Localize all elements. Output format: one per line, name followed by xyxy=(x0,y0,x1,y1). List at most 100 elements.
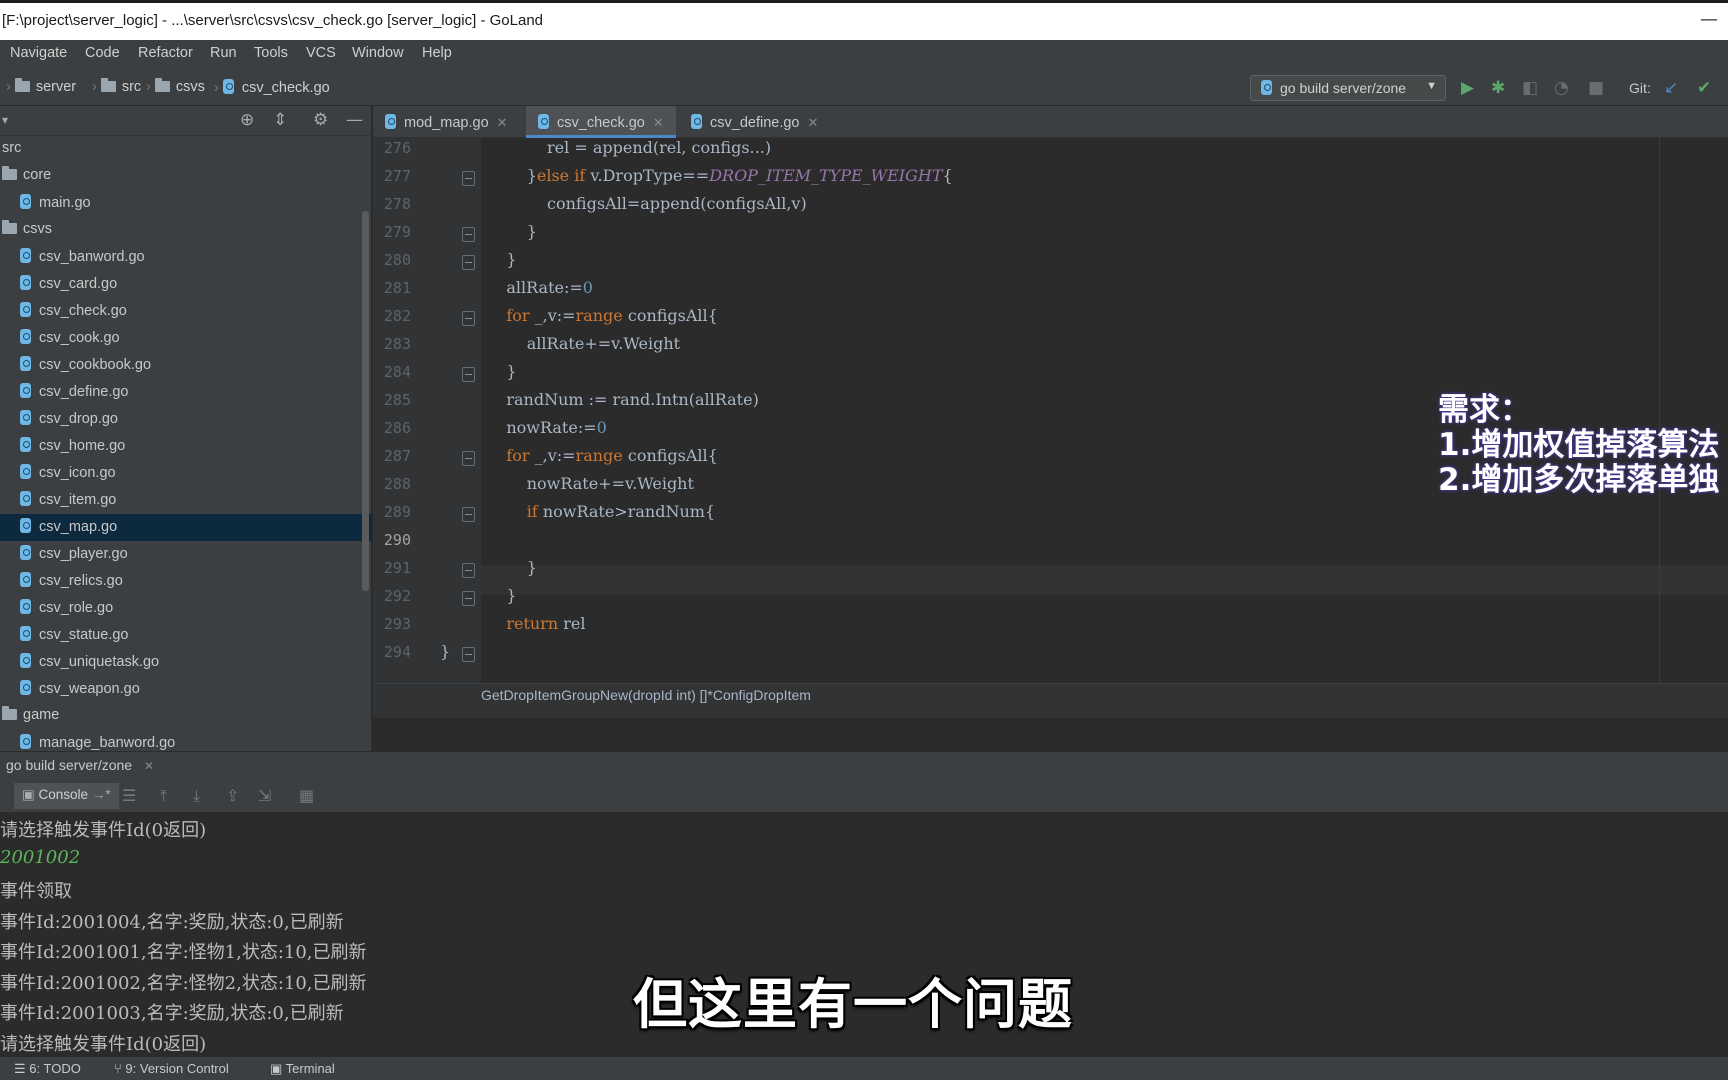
tree-item[interactable]: csv_player.go xyxy=(0,541,372,568)
minimize-button[interactable]: — xyxy=(1700,9,1718,30)
go-file-icon xyxy=(20,464,31,479)
tree-item[interactable]: csv_cook.go xyxy=(0,325,372,352)
terminal-tab[interactable]: ▣ Terminal xyxy=(270,1061,335,1077)
tree-item[interactable]: csv_cookbook.go xyxy=(0,352,372,379)
tab-csv-check[interactable]: csv_check.go ✕ xyxy=(526,106,676,138)
tree-item[interactable]: csv_item.go xyxy=(0,487,372,514)
menu-refactor[interactable]: Refactor xyxy=(138,45,193,61)
tree-item[interactable]: csv_relics.go xyxy=(0,568,372,595)
close-icon[interactable]: ✕ xyxy=(144,759,154,773)
tree-item[interactable]: csv_uniquetask.go xyxy=(0,649,372,676)
tree-item[interactable]: csv_icon.go xyxy=(0,460,372,487)
hide-icon[interactable]: — xyxy=(346,110,363,130)
tree-item[interactable]: csv_map.go xyxy=(0,514,372,541)
tree-item[interactable]: csvs xyxy=(0,217,372,244)
tree-item[interactable]: csv_role.go xyxy=(0,595,372,622)
chevron-right-icon: › xyxy=(92,79,97,95)
scroll-up-icon[interactable]: ⤒ xyxy=(160,786,167,806)
code-line: return rel xyxy=(506,614,586,633)
tree-item-label: csvs xyxy=(23,221,52,237)
console-line: 事件Id:2001002,名字:怪物2,状态:10,已刷新 xyxy=(0,972,367,994)
tree-item[interactable]: csv_banword.go xyxy=(0,244,372,271)
chevron-down-icon[interactable]: ▾ xyxy=(2,113,8,127)
git-update-icon[interactable]: ↙ xyxy=(1664,78,1678,98)
breadcrumb-file[interactable]: › csv_check.go xyxy=(210,79,330,96)
project-scrollbar[interactable] xyxy=(362,211,369,591)
chevron-right-icon: › xyxy=(6,79,11,95)
fold-marker-icon[interactable] xyxy=(462,255,475,270)
editor-tabs: mod_map.go ✕ csv_check.go ✕ csv_define.go ✕ xyxy=(373,106,1728,138)
go-file-icon xyxy=(20,491,31,506)
tree-item[interactable]: csv_define.go xyxy=(0,379,372,406)
run-icon[interactable]: ▶ xyxy=(1461,78,1474,98)
tree-item[interactable]: src xyxy=(0,136,372,163)
fold-marker-icon[interactable] xyxy=(462,227,475,242)
menu-code[interactable]: Code xyxy=(85,45,120,61)
debug-icon[interactable]: ✱ xyxy=(1491,78,1505,98)
fold-marker-icon[interactable] xyxy=(462,451,475,466)
tree-item[interactable]: main.go xyxy=(0,190,372,217)
menu-navigate[interactable]: Navigate xyxy=(10,45,67,61)
function-breadcrumb[interactable]: GetDropItemGroupNew(dropId int) []*Confi… xyxy=(481,687,811,703)
line-number: 284 xyxy=(383,363,411,381)
menu-tools[interactable]: Tools xyxy=(254,45,288,61)
project-toolbar: ▾ ⊕ ⇕ ⚙ — xyxy=(0,106,372,136)
run-configuration-dropdown[interactable]: go build server/zone ▼ xyxy=(1250,75,1446,101)
tree-item-label: csv_icon.go xyxy=(39,465,116,481)
fold-marker-icon[interactable] xyxy=(462,171,475,186)
tab-mod-map[interactable]: mod_map.go ✕ xyxy=(373,106,523,138)
breadcrumb-src[interactable]: › src xyxy=(88,78,141,95)
tab-csv-define[interactable]: csv_define.go ✕ xyxy=(679,106,834,138)
profile-icon[interactable]: ◔ xyxy=(1554,78,1569,98)
download-icon[interactable]: ⤓ xyxy=(193,786,200,806)
line-number: 286 xyxy=(383,419,411,437)
menu-run[interactable]: Run xyxy=(210,45,237,61)
go-file-icon xyxy=(20,383,31,398)
sort-icon[interactable]: ⇲ xyxy=(258,786,271,805)
locate-icon[interactable]: ⊕ xyxy=(240,110,254,130)
tree-item-label: csv_relics.go xyxy=(39,573,123,589)
menu-help[interactable]: Help xyxy=(422,45,452,61)
gear-icon[interactable]: ⚙ xyxy=(313,110,328,130)
console-tab[interactable]: ▣ Console →* xyxy=(14,783,119,809)
todo-tab[interactable]: ☰ 6: TODO xyxy=(14,1061,81,1077)
tree-item[interactable]: csv_check.go xyxy=(0,298,372,325)
tree-item-label: csv_uniquetask.go xyxy=(39,654,160,670)
fold-marker-icon[interactable] xyxy=(462,563,475,578)
tree-item[interactable]: csv_drop.go xyxy=(0,406,372,433)
tree-item[interactable]: core xyxy=(0,163,372,190)
tree-item[interactable]: game xyxy=(0,703,372,730)
stop-icon[interactable]: ■ xyxy=(1588,78,1604,98)
close-icon[interactable]: ✕ xyxy=(497,115,508,130)
fold-marker-icon[interactable] xyxy=(462,507,475,522)
tree-item[interactable]: csv_home.go xyxy=(0,433,372,460)
fold-marker-icon[interactable] xyxy=(462,591,475,606)
breadcrumb-csvs[interactable]: › csvs xyxy=(142,78,205,95)
tree-item[interactable]: csv_card.go xyxy=(0,271,372,298)
coverage-icon[interactable]: ◧ xyxy=(1522,78,1538,98)
run-tab[interactable]: go build server/zone ✕ xyxy=(6,757,154,773)
console-line: 事件领取 xyxy=(0,881,72,902)
list-icon[interactable]: ☰ xyxy=(122,786,136,805)
tree-item[interactable]: csv_statue.go xyxy=(0,622,372,649)
upload-icon[interactable]: ⇪ xyxy=(226,786,239,805)
editor-gutter[interactable]: 276 277 278 279 280 281 282 283 284 285 286 287 288 2… xyxy=(373,138,481,718)
table-icon[interactable]: ▦ xyxy=(299,786,314,805)
collapse-all-icon[interactable]: ⇕ xyxy=(273,110,287,130)
menu-vcs[interactable]: VCS xyxy=(306,45,336,61)
git-commit-icon[interactable]: ✔ xyxy=(1697,78,1711,98)
tree-item[interactable]: csv_weapon.go xyxy=(0,676,372,703)
fold-marker-icon[interactable] xyxy=(462,311,475,326)
code-line: for _,v:=range configsAll{ xyxy=(506,306,718,325)
fold-marker-icon[interactable] xyxy=(462,367,475,382)
menu-window[interactable]: Window xyxy=(352,45,404,61)
line-number: 283 xyxy=(383,335,411,353)
go-file-icon xyxy=(20,545,31,560)
version-control-tab[interactable]: ⑂ 9: Version Control xyxy=(114,1061,229,1076)
breadcrumb-server[interactable]: › server xyxy=(2,78,76,95)
folder-icon xyxy=(100,78,116,92)
go-file-icon xyxy=(20,572,31,587)
close-icon[interactable]: ✕ xyxy=(653,115,664,130)
close-icon[interactable]: ✕ xyxy=(807,115,818,130)
code-line: } xyxy=(440,642,451,661)
